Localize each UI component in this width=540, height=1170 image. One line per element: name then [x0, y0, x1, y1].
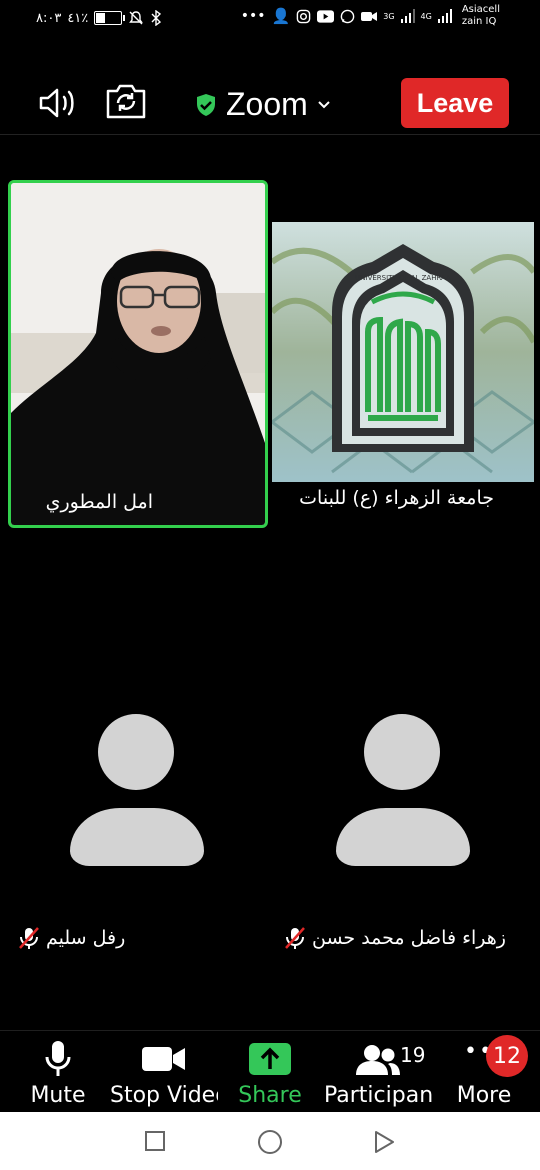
participant-label-muted: زهراء فاضل محمد حسن [284, 926, 506, 950]
participant-name: رفل سليم [46, 927, 126, 949]
mute-button[interactable]: Mute [22, 1031, 94, 1113]
battery-percent: ٤١٪ [67, 10, 89, 26]
home-icon[interactable] [257, 1129, 283, 1155]
meeting-title-dropdown[interactable]: Zoom [194, 86, 332, 123]
logo-ring-text: UNIVERSITY OF AL ZAHRAA [355, 274, 451, 282]
video-tile-university[interactable]: UNIVERSITY OF AL ZAHRAA [272, 222, 534, 482]
status-bar: ٨:٠٣ ٤١٪ ••• 👤 3G 4G Asiacell zain IQ [0, 0, 540, 36]
mute-label: Mute [30, 1083, 86, 1108]
mute-notification-icon [129, 11, 144, 25]
whatsapp-icon [340, 9, 355, 23]
avatar-head [98, 714, 174, 790]
recents-icon[interactable] [144, 1130, 166, 1152]
mic-muted-icon [285, 927, 305, 949]
video-call-icon [361, 11, 378, 21]
avatar-placeholder[interactable] [70, 714, 204, 866]
mic-muted-icon [19, 927, 39, 949]
carrier-1: Asiacell [461, 4, 500, 15]
participants-count: 19 [400, 1043, 426, 1067]
bluetooth-icon [151, 10, 162, 26]
avatar-body [70, 808, 204, 866]
chevron-down-icon [318, 100, 330, 108]
carrier-2: zain IQ [461, 16, 497, 27]
signal-icon-2 [437, 9, 452, 23]
stop-video-button[interactable]: Stop Video [108, 1031, 218, 1113]
avatar-placeholder[interactable] [336, 714, 470, 866]
android-nav-bar [0, 1112, 540, 1170]
network-3g: 3G [383, 11, 395, 21]
meeting-toolbar: Mute Stop Video Share 19 Participants ••… [0, 1030, 540, 1113]
participants-button[interactable]: 19 Participants [322, 1031, 432, 1113]
share-button[interactable]: Share [236, 1031, 304, 1113]
participant-name: زهراء فاضل محمد حسن [312, 927, 506, 949]
battery-icon [94, 11, 126, 25]
speaker-icon[interactable] [38, 86, 80, 120]
status-right: ••• 👤 3G 4G Asiacell zain IQ [241, 4, 500, 28]
participants-label: Participants [324, 1083, 432, 1108]
more-notification-badge: 12 [486, 1035, 528, 1077]
meeting-top-bar: Zoom Leave [0, 66, 540, 135]
share-label: Share [238, 1083, 302, 1108]
carrier-names: Asiacell zain IQ [462, 4, 500, 28]
signal-icon-1 [400, 9, 415, 23]
participants-icon [356, 1045, 400, 1075]
participant-video [11, 183, 265, 525]
university-logo-image: UNIVERSITY OF AL ZAHRAA [272, 222, 534, 482]
stop-video-label: Stop Video [110, 1083, 218, 1108]
youtube-icon [317, 9, 335, 23]
participant-label-muted: رفل سليم [18, 926, 125, 950]
back-icon[interactable] [372, 1129, 396, 1155]
video-camera-icon [142, 1047, 185, 1071]
video-tile-active-speaker[interactable]: امل المطوري [8, 180, 268, 528]
participant-name-label: جامعة الزهراء (ع) للبنات [299, 487, 494, 509]
more-button[interactable]: •• 12 More [448, 1031, 528, 1113]
meeting-title: Zoom [226, 86, 308, 122]
more-dots-icon: ••• [240, 8, 266, 24]
switch-camera-icon[interactable] [105, 82, 147, 120]
instagram-icon [296, 9, 311, 23]
leave-button[interactable]: Leave [401, 78, 509, 128]
participant-name-label: امل المطوري [45, 491, 153, 513]
encryption-shield-icon [197, 93, 215, 116]
avatar-head [364, 714, 440, 790]
network-4g: 4G [420, 11, 432, 21]
status-left: ٨:٠٣ ٤١٪ [36, 10, 162, 26]
clock: ٨:٠٣ [36, 10, 62, 26]
avatar-body [336, 808, 470, 866]
microphone-icon [45, 1041, 71, 1076]
more-label: More [456, 1083, 512, 1108]
add-user-icon: 👤 [271, 7, 291, 25]
share-screen-icon [249, 1043, 291, 1075]
